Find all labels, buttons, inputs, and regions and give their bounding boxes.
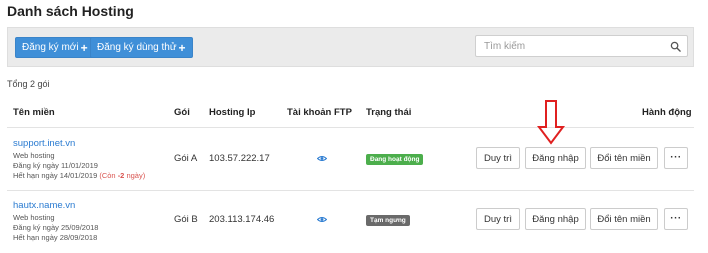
plan-name: Gói B xyxy=(174,214,198,225)
rename-domain-button[interactable]: Đổi tên miền xyxy=(590,208,658,230)
register-trial-label: Đăng ký dùng thử xyxy=(97,42,177,53)
status-badge: Tạm ngưng xyxy=(366,215,410,226)
more-icon: ··· xyxy=(670,213,682,224)
plus-icon: + xyxy=(80,40,88,55)
row-divider xyxy=(7,127,694,128)
eye-icon[interactable] xyxy=(317,216,327,223)
search-icon[interactable] xyxy=(670,41,681,52)
header-status: Trạng thái xyxy=(366,107,412,118)
hosting-type: Web hosting xyxy=(13,213,55,222)
hosting-ip: 103.57.222.17 xyxy=(209,153,270,164)
header-domain: Tên miền xyxy=(13,107,55,118)
header-plan: Gói xyxy=(174,107,190,118)
search-box xyxy=(475,35,688,57)
registered-date: Đăng ký ngày 11/01/2019 xyxy=(13,161,98,170)
plus-icon: + xyxy=(178,40,186,55)
search-input[interactable] xyxy=(476,36,656,57)
more-actions-button[interactable]: ··· xyxy=(664,147,688,169)
more-actions-button[interactable]: ··· xyxy=(664,208,688,230)
expiry-date: Hết hạn ngày 28/09/2018 xyxy=(13,233,98,242)
renew-button[interactable]: Duy trì xyxy=(476,147,520,169)
more-icon: ··· xyxy=(670,152,682,163)
expiry-date: Hết hạn ngày 14/01/2019 (Còn -2 ngày) xyxy=(13,171,145,180)
remaining-days-warning: (Còn -2 ngày) xyxy=(99,171,146,180)
domain-link[interactable]: hautx.name.vn xyxy=(13,200,75,211)
register-new-label: Đăng ký mới xyxy=(22,42,79,53)
renew-button[interactable]: Duy trì xyxy=(476,208,520,230)
header-ip: Hosting Ip xyxy=(209,107,256,118)
header-ftp: Tài khoản FTP xyxy=(287,107,352,118)
domain-link[interactable]: support.inet.vn xyxy=(13,138,75,149)
plan-name: Gói A xyxy=(174,153,198,164)
login-button[interactable]: Đăng nhập xyxy=(525,147,586,169)
hosting-type: Web hosting xyxy=(13,151,55,160)
page-title: Danh sách Hosting xyxy=(7,3,134,19)
eye-icon[interactable] xyxy=(317,155,327,162)
registered-date: Đăng ký ngày 25/09/2018 xyxy=(13,223,99,232)
header-actions: Hành động xyxy=(642,107,692,118)
row-divider xyxy=(7,190,694,191)
total-count: Tổng 2 gói xyxy=(7,79,50,89)
login-button[interactable]: Đăng nhập xyxy=(525,208,586,230)
register-new-button[interactable]: Đăng ký mới + xyxy=(15,37,95,58)
status-badge: Đang hoạt động xyxy=(366,154,424,165)
down-arrow-icon xyxy=(537,100,565,145)
hosting-ip: 203.113.174.46 xyxy=(209,214,275,225)
expiry-text: Hết hạn ngày 14/01/2019 xyxy=(13,171,98,180)
register-trial-button[interactable]: Đăng ký dùng thử + xyxy=(90,37,193,58)
toolbar: Đăng ký mới + Đăng ký dùng thử + xyxy=(7,27,694,67)
rename-domain-button[interactable]: Đổi tên miền xyxy=(590,147,658,169)
